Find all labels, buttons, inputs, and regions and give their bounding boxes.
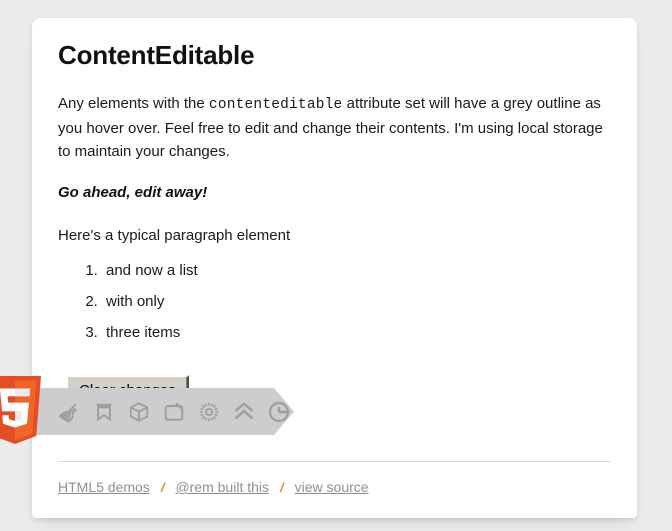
connectivity-icon xyxy=(268,401,290,423)
page-root: ContentEditable Any elements with the co… xyxy=(0,0,672,531)
footer-separator: / xyxy=(160,480,165,495)
footer-separator: / xyxy=(280,480,284,495)
list-item[interactable]: with only xyxy=(102,292,611,312)
footer-link-rem-built-this[interactable]: @rem built this xyxy=(175,479,269,495)
footer-link-view-source[interactable]: view source xyxy=(295,479,369,495)
multimedia-icon xyxy=(163,401,185,423)
list-item[interactable]: three items xyxy=(102,323,611,343)
html5-shield-logo xyxy=(0,374,46,446)
intro-text-before: Any elements with the xyxy=(58,95,209,112)
css3-styling-icon xyxy=(198,401,220,423)
offline-storage-icon xyxy=(93,401,115,423)
semantics-icon xyxy=(58,401,80,423)
footer: HTML5 demos / @rem built this / view source xyxy=(58,461,611,495)
device-access-icon xyxy=(128,401,150,423)
page-title: ContentEditable xyxy=(58,40,255,70)
card-content: ContentEditable Any elements with the co… xyxy=(32,18,637,408)
list-item[interactable]: and now a list xyxy=(102,261,611,281)
typical-paragraph[interactable]: Here's a typical paragraph element xyxy=(58,225,611,247)
html5-badge xyxy=(0,374,316,450)
callout-text[interactable]: Go ahead, edit away! xyxy=(58,183,611,203)
demo-ordered-list[interactable]: and now a list with only three items xyxy=(58,261,611,343)
contenteditable-code-span: contenteditable xyxy=(208,97,343,113)
performance-icon xyxy=(233,401,255,423)
technology-icon-banner xyxy=(32,388,294,435)
intro-paragraph[interactable]: Any elements with the contenteditable at… xyxy=(58,92,611,163)
footer-link-html5-demos[interactable]: HTML5 demos xyxy=(58,479,150,495)
